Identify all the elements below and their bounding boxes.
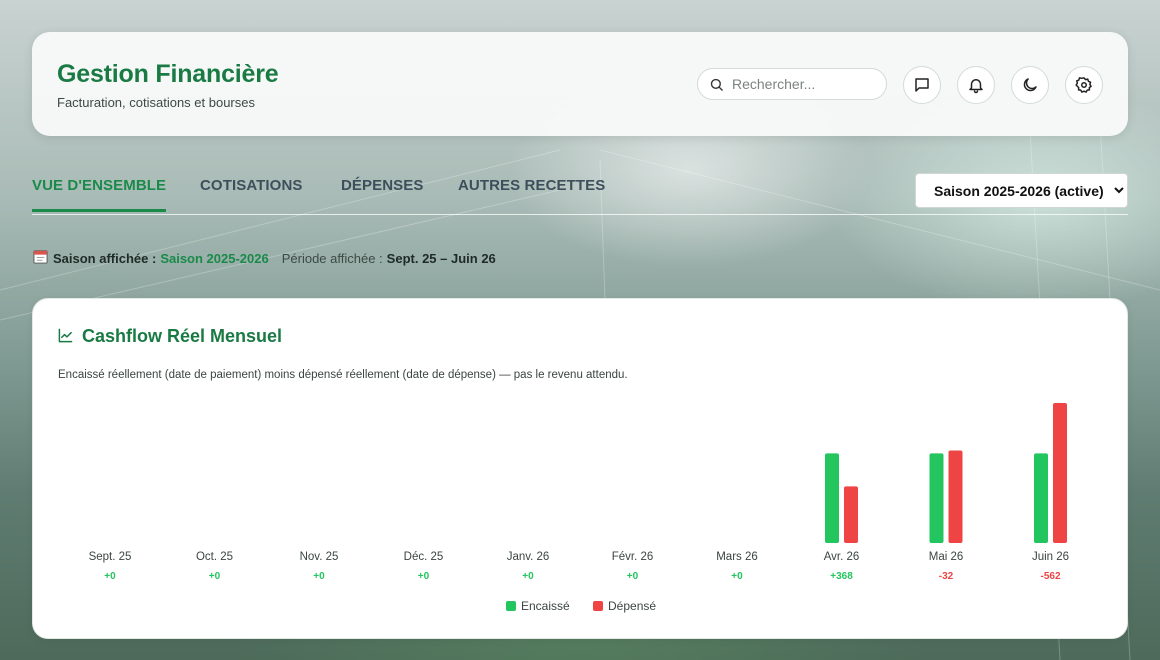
x-tick-label: Févr. 26	[612, 551, 654, 563]
calendar-icon	[33, 249, 48, 267]
net-value-label: +0	[313, 571, 325, 582]
x-tick-label: Nov. 25	[300, 551, 339, 563]
dark-mode-button[interactable]	[1011, 66, 1049, 104]
message-icon	[913, 76, 931, 94]
x-tick-label: Oct. 25	[196, 551, 233, 563]
season-select[interactable]: Saison 2025-2026 (active)	[915, 173, 1128, 208]
tab-autres-recettes[interactable]: AUTRES RECETTES	[458, 177, 605, 212]
season-value: Saison 2025-2026	[160, 250, 269, 266]
app-subtitle: Facturation, cotisations et bourses	[57, 95, 255, 110]
search-icon	[709, 77, 724, 92]
x-tick-label: Sept. 25	[89, 551, 132, 563]
tab-vue-ensemble[interactable]: VUE D'ENSEMBLE	[32, 177, 167, 212]
net-value-label: +0	[209, 571, 221, 582]
period-value: Sept. 25 – Juin 26	[386, 250, 496, 266]
bell-icon	[967, 76, 985, 94]
x-tick-label: Déc. 25	[404, 551, 444, 563]
bar-encaisse	[1034, 453, 1048, 543]
net-value-label: +0	[522, 571, 534, 582]
net-value-label: +0	[418, 571, 430, 582]
net-value-label: -562	[1040, 571, 1060, 582]
x-tick-label: Mars 26	[716, 551, 758, 563]
bar-depense	[948, 450, 963, 543]
settings-icon	[1075, 76, 1093, 94]
search-box[interactable]	[697, 68, 887, 100]
notifications-button[interactable]	[957, 66, 995, 104]
x-tick-label: Janv. 26	[507, 551, 550, 563]
season-info: Saison affichée : Saison 2025-2026 Pério…	[33, 249, 496, 267]
legend-label-depense: Dépensé	[608, 599, 656, 613]
tab-cotisations[interactable]: COTISATIONS	[200, 177, 303, 212]
net-value-label: +368	[830, 571, 853, 582]
legend-swatch-encaisse	[506, 601, 516, 611]
search-input[interactable]	[732, 76, 872, 92]
legend-swatch-depense	[593, 601, 603, 611]
header-card: Gestion Financière Facturation, cotisati…	[32, 32, 1128, 136]
season-label: Saison affichée :	[53, 250, 157, 266]
bar-depense	[844, 486, 858, 543]
tab-depenses[interactable]: DÉPENSES	[341, 177, 424, 212]
bar-encaisse	[825, 453, 839, 543]
x-tick-label: Juin 26	[1032, 551, 1069, 563]
bar-encaisse	[929, 453, 944, 543]
settings-button[interactable]	[1065, 66, 1103, 104]
net-value-label: +0	[104, 571, 116, 582]
app-title: Gestion Financière	[57, 60, 279, 88]
net-value-label: +0	[627, 571, 639, 582]
x-tick-label: Avr. 26	[824, 551, 860, 563]
x-tick-label: Mai 26	[929, 551, 964, 563]
net-value-label: +0	[731, 571, 743, 582]
messages-button[interactable]	[903, 66, 941, 104]
period-label: Période affichée :	[281, 250, 383, 266]
cashflow-chart: Sept. 25 +0 Oct. 25 +0 Nov. 25 +0 Déc. 25 +0 Jan…	[89, 403, 1069, 613]
legend-label-encaisse: Encaissé	[521, 599, 570, 613]
bar-depense	[1053, 403, 1067, 543]
cashflow-card: Cashflow Réel Mensuel Encaissé réellemen…	[32, 298, 1128, 639]
moon-icon	[1021, 76, 1039, 94]
net-value-label: -32	[939, 571, 954, 582]
